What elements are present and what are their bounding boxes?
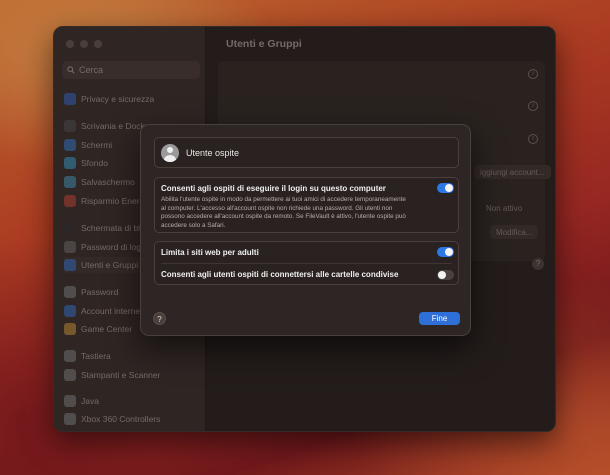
shared-folders-label: Consenti agli utenti ospiti di connetter… bbox=[161, 270, 399, 279]
allow-login-option: Consenti agli ospiti di eseguire il logi… bbox=[154, 177, 459, 233]
guest-user-dialog: Utente ospite Consenti agli ospiti di es… bbox=[140, 124, 471, 336]
shared-folders-toggle[interactable] bbox=[437, 270, 454, 280]
done-button[interactable]: Fine bbox=[419, 312, 460, 325]
allow-login-description: Abilita l'utente ospite in modo da perme… bbox=[161, 196, 406, 229]
guest-user-header: Utente ospite bbox=[154, 137, 459, 168]
avatar bbox=[161, 143, 179, 162]
toggle-knob bbox=[445, 248, 453, 256]
guest-options-group: Limita i siti web per adulti Consenti ag… bbox=[154, 241, 459, 285]
user-name: Utente ospite bbox=[186, 147, 240, 158]
toggle-knob bbox=[438, 271, 446, 279]
divider bbox=[161, 263, 452, 264]
limit-adult-sites-label: Limita i siti web per adulti bbox=[161, 248, 259, 257]
allow-login-title: Consenti agli ospiti di eseguire il logi… bbox=[161, 184, 386, 193]
limit-adult-sites-toggle[interactable] bbox=[437, 247, 454, 257]
help-button[interactable]: ? bbox=[153, 312, 166, 325]
allow-login-toggle[interactable] bbox=[437, 183, 454, 193]
toggle-knob bbox=[445, 184, 453, 192]
